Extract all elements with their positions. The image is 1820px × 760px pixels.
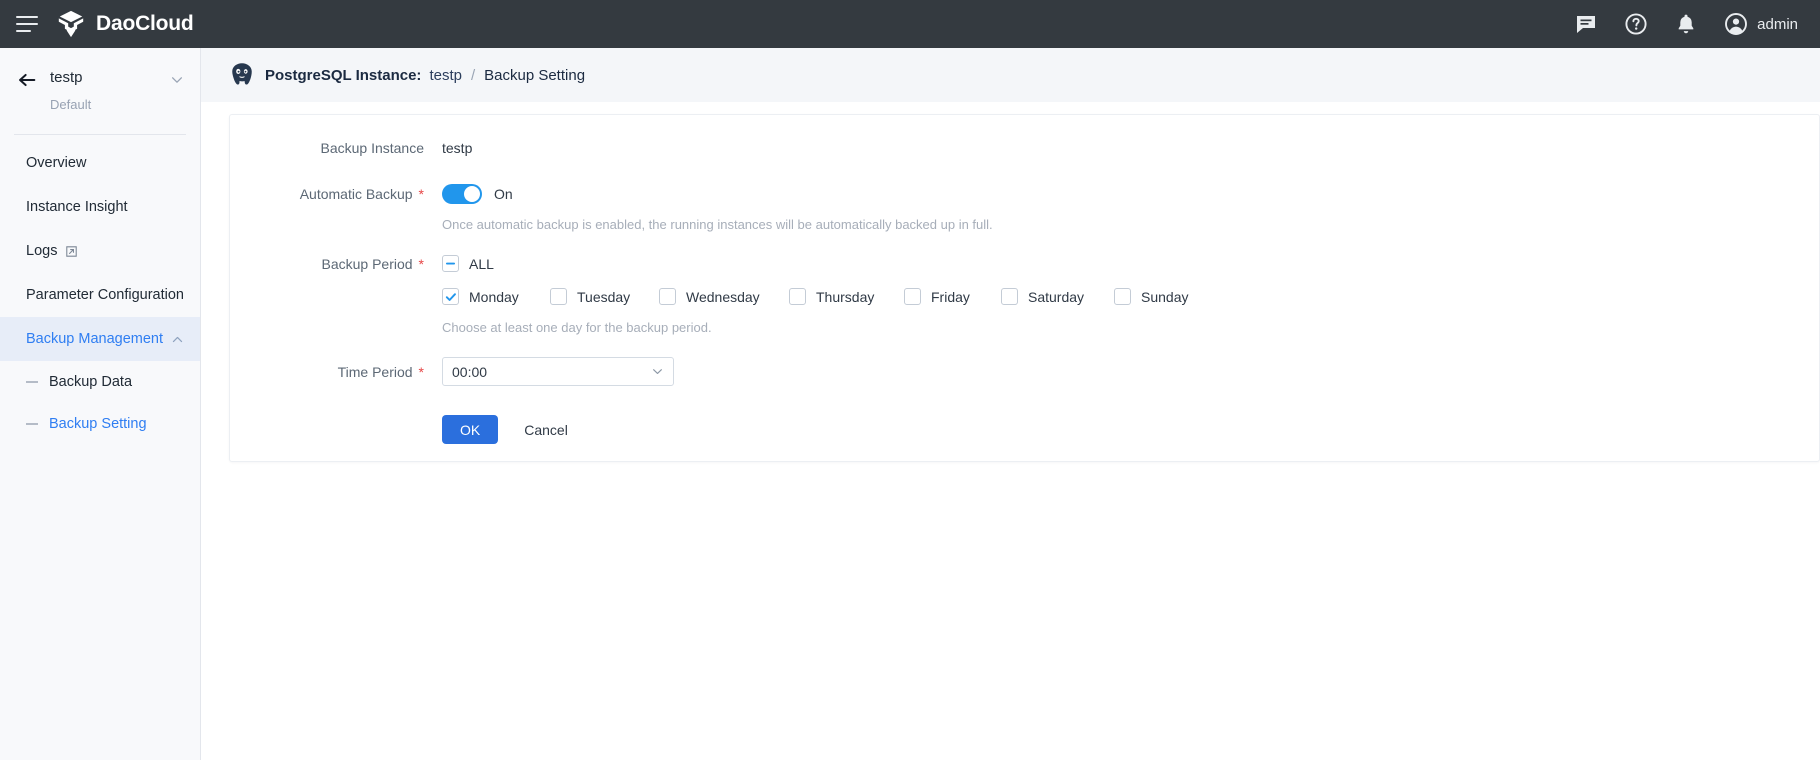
day-label: Wednesday: [686, 288, 760, 305]
breadcrumb-current: Backup Setting: [484, 66, 586, 84]
sidebar-item-label: Parameter Configuration: [26, 287, 184, 303]
bullet-dash-icon: [26, 381, 38, 383]
automatic-backup-toggle[interactable]: [442, 184, 482, 204]
day-label: Monday: [469, 288, 519, 305]
automatic-backup-hint: Once automatic backup is enabled, the ru…: [442, 217, 993, 232]
day-sunday[interactable]: Sunday: [1114, 288, 1188, 305]
breadcrumb-separator: /: [470, 66, 476, 84]
day-saturday[interactable]: Saturday: [1001, 288, 1114, 305]
time-period-select[interactable]: 00:00: [442, 357, 674, 386]
sidebar-item-instance-insight[interactable]: Instance Insight: [0, 185, 200, 229]
breadcrumb: PostgreSQL Instance: testp / Backup Sett…: [201, 48, 1820, 102]
checkbox-wednesday[interactable]: [659, 288, 676, 305]
avatar-icon: [1725, 13, 1748, 35]
sidebar-header: testp Default: [0, 48, 200, 116]
day-wednesday[interactable]: Wednesday: [659, 288, 789, 305]
checkbox-saturday[interactable]: [1001, 288, 1018, 305]
chevron-down-icon[interactable]: [170, 73, 184, 87]
sidebar-namespace: Default: [50, 97, 92, 112]
indeterminate-dash-icon: [446, 262, 455, 265]
required-asterisk: *: [418, 186, 424, 202]
day-label: Friday: [931, 288, 970, 305]
backup-period-row: Backup Period * ALL: [246, 255, 494, 272]
postgresql-logo-icon: [232, 63, 252, 85]
automatic-backup-row: Automatic Backup * On: [246, 184, 513, 204]
form-actions: OK Cancel: [442, 415, 568, 444]
day-monday[interactable]: Monday: [442, 288, 550, 305]
sidebar-item-label: Logs: [26, 243, 58, 259]
backup-period-label-text: Backup Period: [321, 255, 413, 272]
sidebar-item-label: Overview: [26, 155, 87, 171]
sidebar-item-label: Backup Setting: [49, 416, 147, 432]
backup-period-label: Backup Period *: [246, 256, 424, 272]
check-icon: [445, 292, 456, 301]
breadcrumb-instance[interactable]: testp: [429, 67, 462, 84]
required-asterisk: *: [418, 255, 424, 272]
checkbox-tuesday[interactable]: [550, 288, 567, 305]
backup-setting-card: Backup Instance testp Automatic Backup * …: [229, 114, 1820, 462]
checkbox-all-label: ALL: [469, 255, 494, 272]
checkbox-all[interactable]: [442, 255, 459, 272]
sidebar-item-backup-setting[interactable]: Backup Setting: [0, 403, 200, 445]
external-link-icon: [66, 245, 78, 257]
sidebar-nav: Overview Instance Insight Logs Parameter…: [0, 135, 200, 445]
chevron-up-icon: [172, 336, 183, 342]
backup-instance-row: Backup Instance testp: [246, 140, 472, 156]
day-label: Saturday: [1028, 288, 1085, 305]
chevron-down-icon: [653, 369, 662, 375]
day-friday[interactable]: Friday: [904, 288, 1001, 305]
top-bar-actions: admin: [1574, 12, 1820, 36]
backup-instance-value: testp: [442, 140, 473, 156]
help-icon[interactable]: [1624, 12, 1648, 36]
required-asterisk: *: [418, 363, 424, 380]
time-period-row: Time Period * 00:00: [246, 357, 674, 386]
sidebar-item-label: Instance Insight: [26, 199, 128, 215]
daocloud-cube-icon: [58, 10, 84, 38]
sidebar-item-backup-data[interactable]: Backup Data: [0, 361, 200, 403]
back-arrow-icon[interactable]: [16, 69, 38, 91]
automatic-backup-state: On: [494, 186, 513, 202]
top-navigation-bar: DaoCloud admin: [0, 0, 1820, 48]
day-tuesday[interactable]: Tuesday: [550, 288, 659, 305]
sidebar: testp Default Overview Instance Insight …: [0, 48, 201, 760]
checkbox-friday[interactable]: [904, 288, 921, 305]
backup-period-days: Monday Tuesday Wednesday Thursday Friday: [442, 288, 1188, 305]
ok-button[interactable]: OK: [442, 415, 499, 444]
app-root: DaoCloud admin testp Default Overview In…: [0, 0, 1820, 760]
time-period-value: 00:00: [452, 363, 488, 380]
brand-name: DaoCloud: [96, 12, 194, 35]
backup-instance-label: Backup Instance: [320, 140, 424, 156]
day-label: Sunday: [1141, 288, 1189, 305]
time-period-label: Time Period *: [246, 364, 424, 380]
bell-icon[interactable]: [1674, 12, 1698, 36]
automatic-backup-label-text: Automatic Backup: [299, 186, 413, 202]
day-label: Thursday: [816, 288, 875, 305]
day-label: Tuesday: [577, 288, 631, 305]
sidebar-item-label: Backup Management: [26, 331, 164, 347]
time-period-label-text: Time Period: [337, 363, 413, 380]
day-thursday[interactable]: Thursday: [789, 288, 904, 305]
sidebar-item-parameter-configuration[interactable]: Parameter Configuration: [0, 273, 200, 317]
sidebar-item-logs[interactable]: Logs: [0, 229, 200, 273]
backup-period-hint: Choose at least one day for the backup p…: [442, 320, 712, 335]
user-menu[interactable]: admin: [1724, 12, 1798, 36]
sidebar-item-overview[interactable]: Overview: [0, 141, 200, 185]
hamburger-menu-icon[interactable]: [16, 16, 38, 32]
sidebar-item-backup-management[interactable]: Backup Management: [0, 317, 200, 361]
toggle-knob: [464, 186, 480, 202]
user-name: admin: [1757, 15, 1798, 33]
bullet-dash-icon: [26, 423, 38, 425]
message-icon[interactable]: [1574, 12, 1598, 36]
checkbox-sunday[interactable]: [1114, 288, 1131, 305]
cancel-button[interactable]: Cancel: [524, 422, 568, 438]
sidebar-instance-name: testp: [50, 69, 83, 86]
sidebar-item-label: Backup Data: [49, 374, 133, 390]
automatic-backup-label: Automatic Backup *: [246, 186, 424, 202]
breadcrumb-title: PostgreSQL Instance:: [265, 66, 422, 84]
brand-logo-link[interactable]: DaoCloud: [56, 9, 194, 39]
checkbox-monday[interactable]: [442, 288, 459, 305]
main-content: PostgreSQL Instance: testp / Backup Sett…: [201, 48, 1820, 760]
checkbox-thursday[interactable]: [789, 288, 806, 305]
